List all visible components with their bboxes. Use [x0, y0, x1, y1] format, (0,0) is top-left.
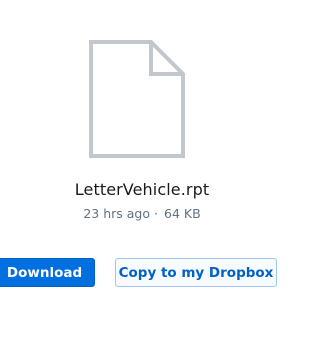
file-size: 64 KB [164, 206, 201, 221]
file-name: LetterVehicle.rpt [74, 180, 210, 199]
file-preview-panel: LetterVehicle.rpt 23 hrs ago · 64 KB Downl… [0, 0, 284, 357]
download-button[interactable]: Download [0, 258, 95, 287]
copy-to-dropbox-button[interactable]: Copy to my Dropbox [115, 258, 277, 287]
file-meta: 23 hrs ago · 64 KB [0, 206, 284, 221]
meta-separator: · [154, 206, 158, 221]
file-icon [89, 40, 185, 158]
file-modified-time: 23 hrs ago [83, 206, 151, 221]
